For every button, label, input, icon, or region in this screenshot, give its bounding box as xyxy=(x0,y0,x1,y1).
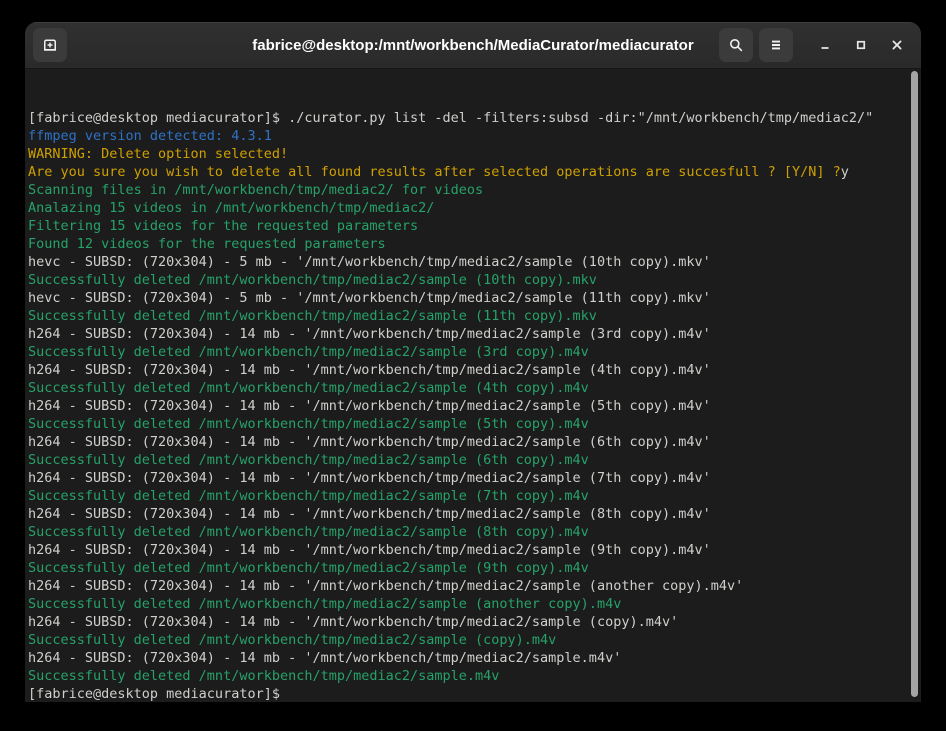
terminal-line: h264 - SUBSD: (720x304) - 14 mb - '/mnt/… xyxy=(28,577,905,595)
terminal-output: [fabrice@desktop mediacurator]$ ./curato… xyxy=(28,109,905,702)
terminal-line: Successfully deleted /mnt/workbench/tmp/… xyxy=(28,271,905,289)
terminal-line: Successfully deleted /mnt/workbench/tmp/… xyxy=(28,415,905,433)
window-controls xyxy=(807,22,915,68)
search-icon xyxy=(728,37,744,53)
terminal-line: h264 - SUBSD: (720x304) - 14 mb - '/mnt/… xyxy=(28,541,905,559)
minimize-button[interactable] xyxy=(807,22,843,68)
hamburger-menu-icon xyxy=(768,37,784,53)
terminal-line: ffmpeg version detected: 4.3.1 xyxy=(28,127,905,145)
menu-button[interactable] xyxy=(759,28,793,62)
terminal-line: Successfully deleted /mnt/workbench/tmp/… xyxy=(28,595,905,613)
terminal-line: h264 - SUBSD: (720x304) - 14 mb - '/mnt/… xyxy=(28,325,905,343)
terminal-screen[interactable]: [fabrice@desktop mediacurator]$ ./curato… xyxy=(25,69,921,702)
titlebar[interactable]: fabrice@desktop:/mnt/workbench/MediaCura… xyxy=(25,22,921,69)
maximize-button[interactable] xyxy=(843,22,879,68)
terminal-line: h264 - SUBSD: (720x304) - 14 mb - '/mnt/… xyxy=(28,361,905,379)
terminal-line: Successfully deleted /mnt/workbench/tmp/… xyxy=(28,667,905,685)
tab-new-icon xyxy=(42,37,58,53)
terminal-line: Successfully deleted /mnt/workbench/tmp/… xyxy=(28,307,905,325)
new-tab-button[interactable] xyxy=(33,28,67,62)
terminal-line: hevc - SUBSD: (720x304) - 5 mb - '/mnt/w… xyxy=(28,253,905,271)
terminal-line: WARNING: Delete option selected! xyxy=(28,145,905,163)
terminal-line: h264 - SUBSD: (720x304) - 14 mb - '/mnt/… xyxy=(28,649,905,667)
terminal-line: h264 - SUBSD: (720x304) - 14 mb - '/mnt/… xyxy=(28,469,905,487)
terminal-line: [fabrice@desktop mediacurator]$ xyxy=(28,685,905,702)
search-button[interactable] xyxy=(719,28,753,62)
terminal-line: h264 - SUBSD: (720x304) - 14 mb - '/mnt/… xyxy=(28,505,905,523)
terminal-line: [fabrice@desktop mediacurator]$ ./curato… xyxy=(28,109,905,127)
terminal-line: Successfully deleted /mnt/workbench/tmp/… xyxy=(28,379,905,397)
terminal-line: Analazing 15 videos in /mnt/workbench/tm… xyxy=(28,199,905,217)
close-button[interactable] xyxy=(879,22,915,68)
maximize-icon xyxy=(853,37,869,53)
terminal-line: Are you sure you wish to delete all foun… xyxy=(28,163,905,181)
terminal-line: Successfully deleted /mnt/workbench/tmp/… xyxy=(28,487,905,505)
terminal-line: h264 - SUBSD: (720x304) - 14 mb - '/mnt/… xyxy=(28,433,905,451)
terminal-line: h264 - SUBSD: (720x304) - 14 mb - '/mnt/… xyxy=(28,613,905,631)
terminal-line: Successfully deleted /mnt/workbench/tmp/… xyxy=(28,559,905,577)
terminal-line: Filtering 15 videos for the requested pa… xyxy=(28,217,905,235)
terminal-line: hevc - SUBSD: (720x304) - 5 mb - '/mnt/w… xyxy=(28,289,905,307)
terminal-line: Successfully deleted /mnt/workbench/tmp/… xyxy=(28,451,905,469)
terminal-line: Found 12 videos for the requested parame… xyxy=(28,235,905,253)
scrollbar-thumb[interactable] xyxy=(911,71,918,697)
terminal-line: h264 - SUBSD: (720x304) - 14 mb - '/mnt/… xyxy=(28,397,905,415)
terminal-line: Successfully deleted /mnt/workbench/tmp/… xyxy=(28,631,905,649)
minimize-icon xyxy=(817,37,833,53)
terminal-line: Successfully deleted /mnt/workbench/tmp/… xyxy=(28,523,905,541)
terminal-window: fabrice@desktop:/mnt/workbench/MediaCura… xyxy=(25,22,921,702)
close-icon xyxy=(889,37,905,53)
terminal-line: Scanning files in /mnt/workbench/tmp/med… xyxy=(28,181,905,199)
terminal-line: Successfully deleted /mnt/workbench/tmp/… xyxy=(28,343,905,361)
